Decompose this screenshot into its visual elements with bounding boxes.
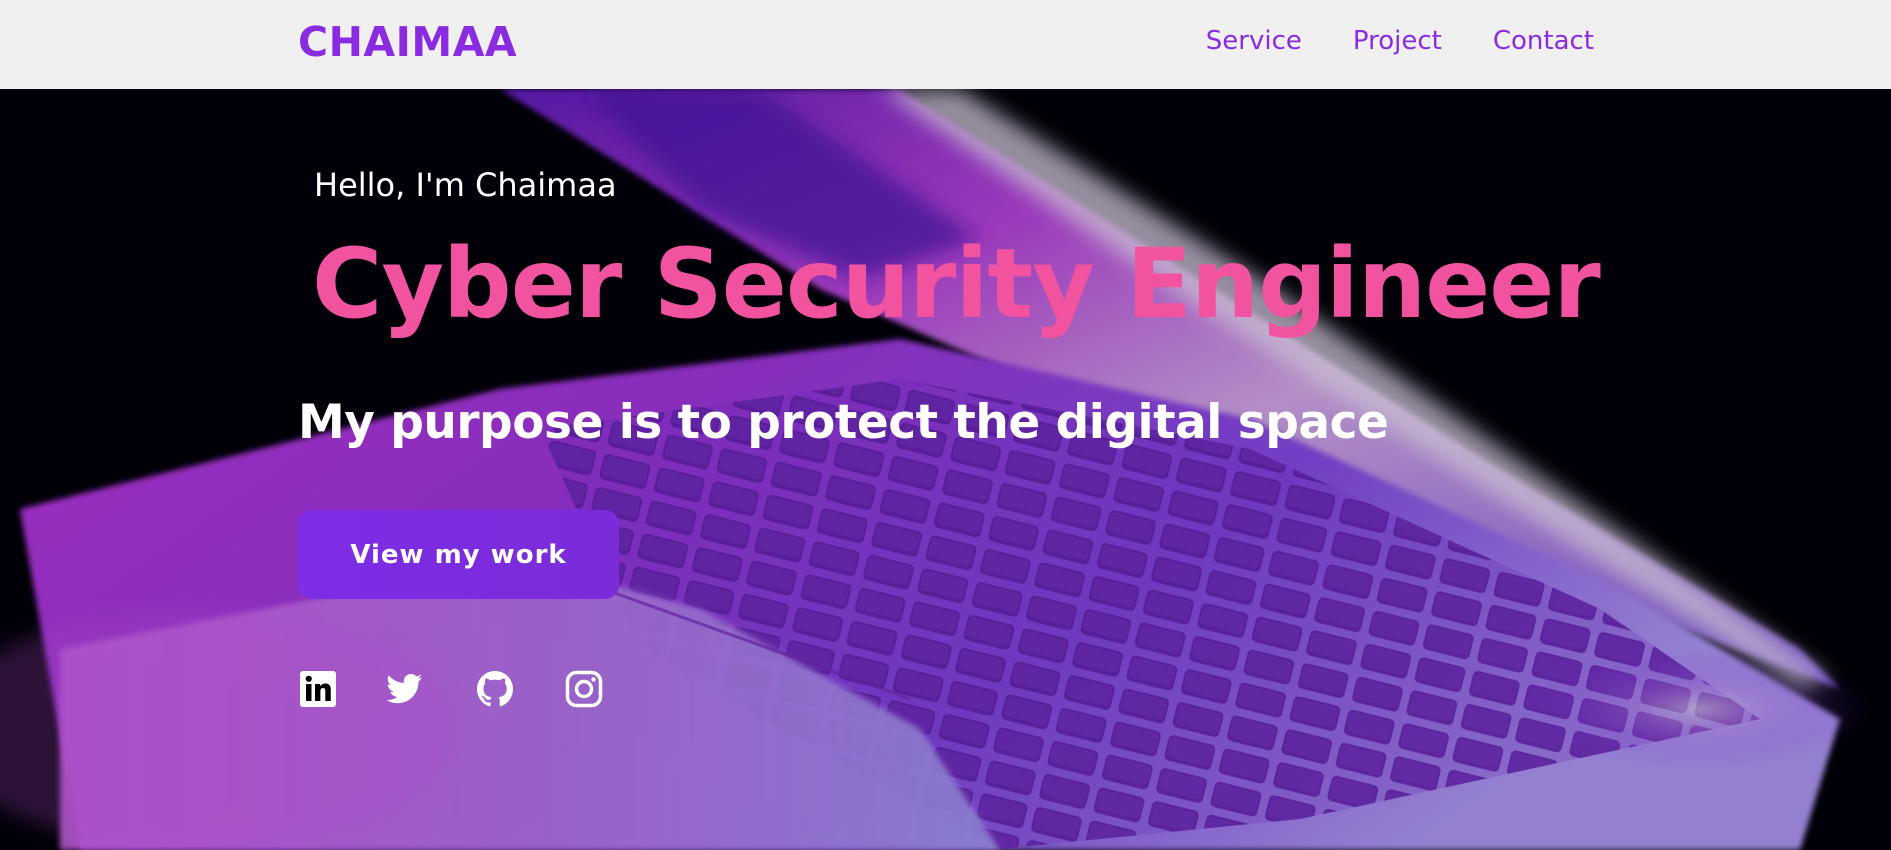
twitter-icon[interactable] bbox=[384, 669, 424, 709]
hero-tagline: My purpose is to protect the digital spa… bbox=[298, 395, 1389, 450]
linkedin-icon[interactable] bbox=[298, 669, 338, 709]
nav-link-contact[interactable]: Contact bbox=[1493, 24, 1594, 58]
hero-section: Hello, I'm Chaimaa Cyber Security Engine… bbox=[0, 89, 1891, 850]
navbar: CHAIMAA Service Project Contact bbox=[0, 0, 1891, 89]
social-links bbox=[298, 669, 604, 709]
hero-title: Cyber Security Engineer bbox=[312, 228, 1601, 340]
nav-link-project[interactable]: Project bbox=[1353, 24, 1442, 58]
github-icon[interactable] bbox=[475, 669, 515, 709]
hero-greeting: Hello, I'm Chaimaa bbox=[314, 166, 617, 204]
nav-link-service[interactable]: Service bbox=[1206, 24, 1302, 58]
nav-menu: Service Project Contact bbox=[1206, 24, 1594, 58]
hero-background-laptop-image bbox=[0, 89, 1891, 850]
view-my-work-button[interactable]: View my work bbox=[298, 510, 619, 599]
instagram-icon[interactable] bbox=[564, 669, 604, 709]
brand-logo[interactable]: CHAIMAA bbox=[298, 18, 517, 66]
